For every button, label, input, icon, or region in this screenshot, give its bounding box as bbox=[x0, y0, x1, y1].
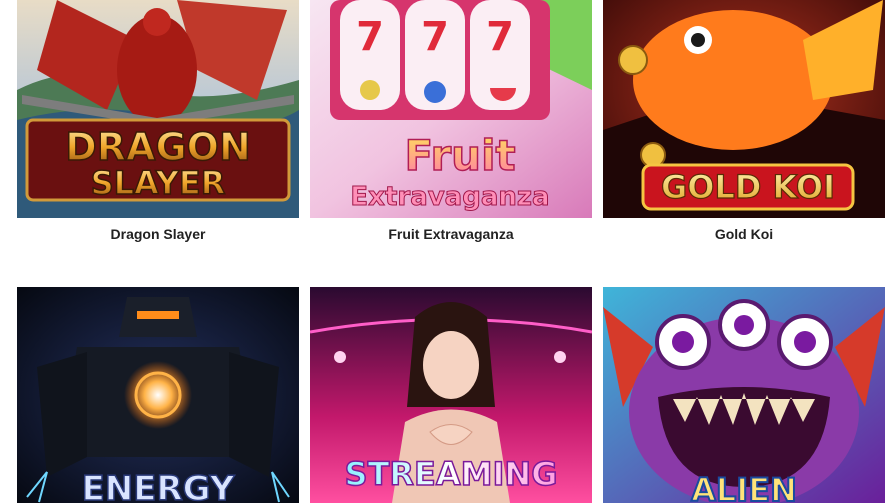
energy-thumbnail: ENERGY bbox=[17, 287, 299, 503]
game-tile-fruit-extravaganza[interactable]: 7 7 7 Fruit Extravaganza bbox=[310, 0, 592, 218]
game-tile-gold-koi[interactable]: GOLD KOI bbox=[603, 0, 885, 218]
dragon-slayer-logo-line1: DRAGON bbox=[65, 125, 251, 169]
dragon-slayer-logo-line2: SLAYER bbox=[91, 164, 226, 202]
alien-thumbnail: ALIEN bbox=[603, 287, 885, 503]
game-title-gold-koi[interactable]: Gold Koi bbox=[603, 226, 885, 242]
fruit-logo-line1: Fruit bbox=[404, 131, 515, 180]
svg-text:7: 7 bbox=[356, 14, 384, 60]
gold-koi-logo: GOLD KOI bbox=[661, 168, 835, 206]
game-tile-dragon-slayer[interactable]: DRAGON SLAYER bbox=[17, 0, 299, 218]
game-tile-alien[interactable]: ALIEN bbox=[603, 287, 885, 503]
gold-koi-thumbnail: GOLD KOI bbox=[603, 0, 885, 218]
game-title-fruit-extravaganza[interactable]: Fruit Extravaganza bbox=[310, 226, 592, 242]
fruit-extravaganza-thumbnail: 7 7 7 Fruit Extravaganza bbox=[310, 0, 592, 218]
streaming-logo: STREAMING bbox=[345, 455, 558, 493]
game-title-dragon-slayer[interactable]: Dragon Slayer bbox=[17, 226, 299, 242]
fruit-logo-line2: Extravaganza bbox=[350, 182, 549, 212]
svg-text:7: 7 bbox=[486, 14, 514, 60]
dragon-slayer-thumbnail: DRAGON SLAYER bbox=[17, 0, 299, 218]
streaming-thumbnail: STREAMING bbox=[310, 287, 592, 503]
game-tile-energy[interactable]: ENERGY bbox=[17, 287, 299, 503]
energy-logo: ENERGY bbox=[82, 469, 235, 503]
game-tile-streaming[interactable]: STREAMING bbox=[310, 287, 592, 503]
svg-text:7: 7 bbox=[421, 14, 449, 60]
alien-logo: ALIEN bbox=[691, 471, 797, 503]
